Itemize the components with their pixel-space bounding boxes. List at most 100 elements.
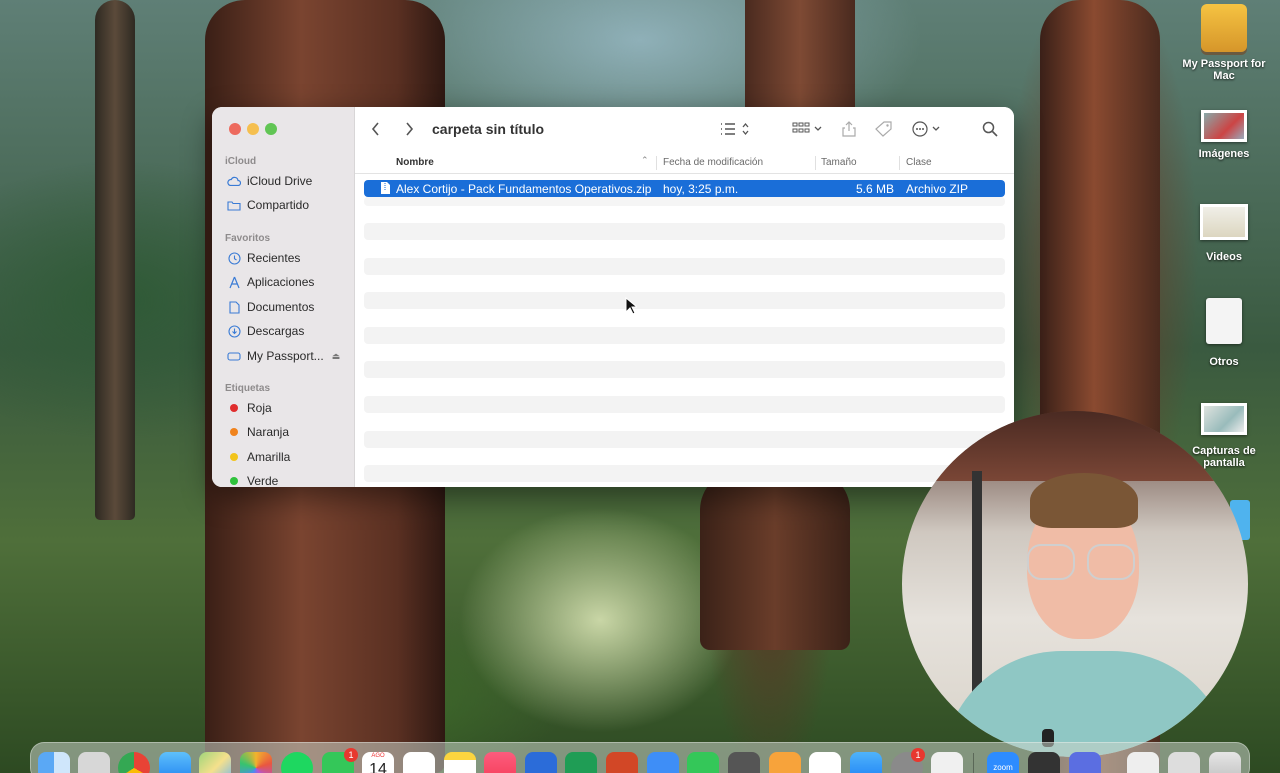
dock-trash-icon[interactable]: [1209, 752, 1241, 773]
dock-keynote-icon[interactable]: [647, 752, 679, 773]
cam-glasses: [1027, 544, 1137, 584]
desktop-icon-otros[interactable]: Otros: [1174, 298, 1274, 368]
empty-row: [364, 292, 1005, 310]
dock-iphone-mirroring-icon[interactable]: [931, 752, 963, 773]
zip-file-icon: [380, 181, 391, 198]
tag-verde[interactable]: Verde: [227, 471, 278, 487]
tag-roja[interactable]: Roja: [227, 398, 272, 418]
sidebar-section-icloud: iCloud: [225, 156, 257, 167]
webcam-overlay: [902, 411, 1248, 757]
finder-toolbar: carpeta sin título: [355, 107, 1014, 152]
calendar-month: AGO: [371, 753, 385, 759]
tag-orange-dot: [230, 428, 238, 436]
cloud-icon: [227, 174, 241, 188]
list-view-button[interactable]: [720, 119, 750, 139]
search-button[interactable]: [982, 119, 998, 139]
share-button[interactable]: [842, 119, 856, 139]
sidebar-item-label: Aplicaciones: [247, 275, 315, 289]
file-size: 5.6 MB: [856, 182, 895, 196]
dock-app-star-icon[interactable]: [1069, 752, 1101, 773]
more-actions-button[interactable]: [912, 119, 944, 139]
dock-finder-icon[interactable]: [38, 752, 70, 773]
sidebar-item-aplicaciones[interactable]: Aplicaciones: [227, 272, 314, 292]
sidebar-item-icloud-drive[interactable]: iCloud Drive: [227, 171, 312, 191]
dock-chrome-icon[interactable]: [118, 752, 150, 773]
images-stack-icon: [1201, 110, 1247, 142]
dock-reminders-icon[interactable]: [403, 752, 435, 773]
dock-appstore-icon[interactable]: [850, 752, 882, 773]
wallpaper-trunk-center: [700, 470, 850, 650]
sidebar-item-label: iCloud Drive: [247, 174, 313, 188]
download-icon: [227, 324, 241, 338]
tag-amarilla[interactable]: Amarilla: [227, 447, 290, 467]
notification-badge: 1: [344, 748, 358, 762]
desktop-icon-imagenes[interactable]: Imágenes: [1174, 110, 1274, 160]
zoom-label: zoom: [993, 763, 1013, 772]
finder-window[interactable]: iCloud iCloud Drive Compartido Favoritos…: [212, 107, 1014, 487]
file-row[interactable]: Alex Cortijo - Pack Fundamentos Operativ…: [364, 180, 1005, 197]
close-button[interactable]: [229, 123, 241, 135]
dock-maps-icon[interactable]: [199, 752, 231, 773]
tag-label: Naranja: [247, 425, 290, 439]
dock-notes-icon[interactable]: [444, 752, 476, 773]
dock-excel-icon[interactable]: [565, 752, 597, 773]
dock-app-window-icon[interactable]: [1028, 752, 1060, 773]
dock-calculator-icon[interactable]: [728, 752, 760, 773]
shared-folder-icon: [227, 198, 241, 212]
sidebar-item-descargas[interactable]: Descargas: [227, 321, 304, 341]
dock-pages-icon[interactable]: [769, 752, 801, 773]
file-kind: Archivo ZIP: [906, 182, 969, 196]
finder-sidebar: iCloud iCloud Drive Compartido Favoritos…: [212, 107, 355, 487]
dock-documents-stack-icon[interactable]: [1127, 752, 1159, 773]
dock-powerpoint-icon[interactable]: [606, 752, 638, 773]
dock-music-icon[interactable]: [484, 752, 516, 773]
tag-label: Verde: [247, 474, 279, 487]
empty-row: [364, 197, 1005, 206]
column-divider: [899, 156, 900, 170]
file-name: Alex Cortijo - Pack Fundamentos Operativ…: [396, 182, 652, 196]
document-icon: [227, 300, 241, 314]
dock-photos-icon[interactable]: [240, 752, 272, 773]
dock-word-icon[interactable]: [525, 752, 557, 773]
tag-button[interactable]: [875, 119, 893, 139]
back-button[interactable]: [371, 119, 381, 139]
tag-label: Roja: [247, 401, 272, 415]
desktop-icon-my-passport[interactable]: My Passport for Mac: [1174, 4, 1274, 82]
dock-zoom-icon[interactable]: zoom: [987, 752, 1019, 773]
empty-row: [364, 361, 1005, 379]
eject-icon[interactable]: ⏏: [332, 351, 341, 362]
dock-downloads-stack-icon[interactable]: [1168, 752, 1200, 773]
tag-naranja[interactable]: Naranja: [227, 422, 289, 442]
column-kind-header[interactable]: Clase: [906, 157, 932, 168]
desktop-icon-videos[interactable]: Videos: [1174, 204, 1274, 263]
column-size-header[interactable]: Tamaño: [821, 157, 857, 168]
tag-icon: [875, 121, 892, 137]
dock-numbers-icon[interactable]: [687, 752, 719, 773]
apps-icon: [227, 275, 241, 289]
clock-icon: [227, 251, 241, 265]
dock-launchpad-icon[interactable]: [78, 752, 110, 773]
external-drive-icon: [1201, 4, 1247, 52]
group-button[interactable]: [792, 119, 824, 139]
dock-calendar-icon[interactable]: AGO 14: [362, 752, 394, 773]
grid-view-icon: [792, 122, 822, 133]
dock: 1 AGO 14 1 zoom: [30, 742, 1250, 773]
chevron-right-icon: [406, 122, 414, 136]
sidebar-item-documentos[interactable]: Documentos: [227, 297, 314, 317]
minimize-button[interactable]: [247, 123, 259, 135]
drive-icon: [227, 349, 241, 363]
dock-capcut-icon[interactable]: [809, 752, 841, 773]
dock-mail-icon[interactable]: [159, 752, 191, 773]
calendar-day: 14: [369, 761, 387, 773]
forward-button[interactable]: [404, 119, 414, 139]
sidebar-item-compartido[interactable]: Compartido: [227, 195, 309, 215]
sidebar-item-label: Compartido: [247, 198, 310, 212]
sidebar-item-my-passport[interactable]: My Passport... ⏏: [227, 346, 340, 366]
dock-spotify-icon[interactable]: [281, 752, 313, 773]
tag-yellow-dot: [230, 453, 238, 461]
column-modified-header[interactable]: Fecha de modificación: [663, 157, 763, 168]
sort-chevron-icon: ⌃: [641, 155, 649, 165]
sidebar-item-recientes[interactable]: Recientes: [227, 248, 300, 268]
column-name-header[interactable]: Nombre: [396, 157, 434, 168]
zoom-button[interactable]: [265, 123, 277, 135]
